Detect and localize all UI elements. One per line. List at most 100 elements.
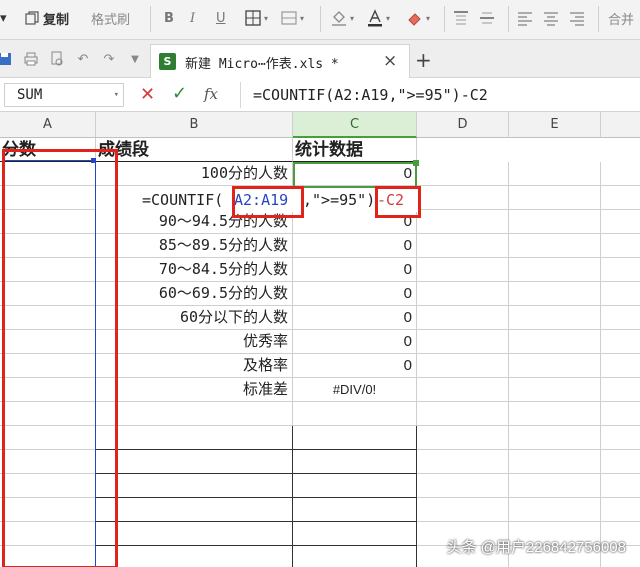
align-right-button[interactable]: [568, 6, 586, 30]
cell-c14[interactable]: [293, 450, 417, 474]
cell-b7[interactable]: 60～69.5分的人数: [96, 282, 293, 306]
cell-d12[interactable]: [417, 402, 509, 426]
cell-b13[interactable]: [96, 426, 293, 450]
column-header-a[interactable]: A: [0, 112, 96, 138]
cell-d11[interactable]: [417, 378, 509, 402]
formula-input[interactable]: =COUNTIF(A2:A19,">=95")-C2: [240, 82, 638, 108]
cell-a10[interactable]: [0, 354, 96, 378]
cell-e15[interactable]: [509, 474, 601, 498]
print-preview-button[interactable]: [48, 50, 66, 68]
cell-e5[interactable]: [509, 234, 601, 258]
cell-a2[interactable]: [0, 162, 96, 186]
cell-d13[interactable]: [417, 426, 509, 450]
cell-a14[interactable]: [0, 450, 96, 474]
paste-dropdown-button[interactable]: ▾: [0, 6, 7, 30]
print-button[interactable]: [22, 50, 40, 68]
cell-a6[interactable]: [0, 258, 96, 282]
copy-button[interactable]: 复制: [24, 6, 69, 30]
cell-c2[interactable]: 0: [293, 162, 417, 186]
cell-f12[interactable]: [601, 402, 640, 426]
cell-d4[interactable]: [417, 210, 509, 234]
borders-button[interactable]: ▾: [244, 6, 268, 30]
column-header-d[interactable]: D: [417, 112, 509, 138]
bold-button[interactable]: B: [164, 6, 174, 30]
cell-e12[interactable]: [509, 402, 601, 426]
cell-a15[interactable]: [0, 474, 96, 498]
cell-d7[interactable]: [417, 282, 509, 306]
merge-center-button[interactable]: 合并: [608, 6, 634, 30]
cell-c11[interactable]: #DIV/0!: [293, 378, 417, 402]
cell-b18[interactable]: [96, 546, 293, 567]
cell-a4[interactable]: [0, 210, 96, 234]
cell-e11[interactable]: [509, 378, 601, 402]
cell-e10[interactable]: [509, 354, 601, 378]
align-center-button[interactable]: [542, 6, 560, 30]
confirm-edit-button[interactable]: ✓: [172, 83, 187, 104]
cell-b14[interactable]: [96, 450, 293, 474]
close-tab-icon[interactable]: ×: [383, 51, 397, 71]
align-middle-button[interactable]: [478, 6, 496, 30]
fill-color-button[interactable]: ▾: [330, 6, 354, 30]
cell-f9[interactable]: [601, 330, 640, 354]
cell-e4[interactable]: [509, 210, 601, 234]
cell-c13[interactable]: [293, 426, 417, 450]
cell-b15[interactable]: [96, 474, 293, 498]
save-button[interactable]: [0, 50, 14, 68]
cell-b6[interactable]: 70～84.5分的人数: [96, 258, 293, 282]
cell-a11[interactable]: [0, 378, 96, 402]
cell-c1[interactable]: 统计数据: [293, 138, 417, 162]
cell-c4[interactable]: 0: [293, 210, 417, 234]
cell-d15[interactable]: [417, 474, 509, 498]
cell-f2[interactable]: [601, 162, 640, 186]
document-tab[interactable]: S 新建 Micro⋯作表.xls * ×: [150, 44, 410, 78]
cell-e14[interactable]: [509, 450, 601, 474]
cell-e6[interactable]: [509, 258, 601, 282]
cell-e16[interactable]: [509, 498, 601, 522]
cell-c10[interactable]: 0: [293, 354, 417, 378]
clear-format-button[interactable]: ▾: [406, 6, 430, 30]
cell-f10[interactable]: [601, 354, 640, 378]
cell-e8[interactable]: [509, 306, 601, 330]
cell-f7[interactable]: [601, 282, 640, 306]
cell-b2[interactable]: 100分的人数: [96, 162, 293, 186]
cell-f13[interactable]: [601, 426, 640, 450]
cell-a12[interactable]: [0, 402, 96, 426]
cell-e2[interactable]: [509, 162, 601, 186]
cell-c16[interactable]: [293, 498, 417, 522]
cell-a13[interactable]: [0, 426, 96, 450]
cell-e13[interactable]: [509, 426, 601, 450]
cell-b4[interactable]: 90～94.5分的人数: [96, 210, 293, 234]
cell-f14[interactable]: [601, 450, 640, 474]
quick-access-menu-button[interactable]: ▼: [126, 50, 144, 68]
cell-f8[interactable]: [601, 306, 640, 330]
cell-a8[interactable]: [0, 306, 96, 330]
align-top-button[interactable]: [452, 6, 470, 30]
cell-c17[interactable]: [293, 522, 417, 546]
cell-a5[interactable]: [0, 234, 96, 258]
cell-f11[interactable]: [601, 378, 640, 402]
cell-c6[interactable]: 0: [293, 258, 417, 282]
cell-b5[interactable]: 85～89.5分的人数: [96, 234, 293, 258]
column-header-e[interactable]: E: [509, 112, 601, 138]
cancel-edit-button[interactable]: ✕: [140, 84, 155, 105]
cell-c18[interactable]: [293, 546, 417, 567]
underline-button[interactable]: U: [216, 6, 226, 30]
redo-button[interactable]: ↷: [100, 50, 118, 68]
cell-d14[interactable]: [417, 450, 509, 474]
cell-b8[interactable]: 60分以下的人数: [96, 306, 293, 330]
cell-b10[interactable]: 及格率: [96, 354, 293, 378]
cell-b9[interactable]: 优秀率: [96, 330, 293, 354]
cell-f5[interactable]: [601, 234, 640, 258]
cell-c5[interactable]: 0: [293, 234, 417, 258]
cell-f4[interactable]: [601, 210, 640, 234]
cell-b16[interactable]: [96, 498, 293, 522]
cell-e3[interactable]: [509, 186, 601, 210]
cell-a7[interactable]: [0, 282, 96, 306]
new-tab-button[interactable]: +: [415, 48, 432, 72]
cell-a18[interactable]: [0, 546, 96, 567]
cell-a3[interactable]: [0, 186, 96, 210]
name-box-dropdown-icon[interactable]: ▾: [114, 84, 119, 106]
merge-style-button[interactable]: ▾: [280, 6, 304, 30]
column-header-c[interactable]: C: [293, 112, 417, 138]
cell-a9[interactable]: [0, 330, 96, 354]
